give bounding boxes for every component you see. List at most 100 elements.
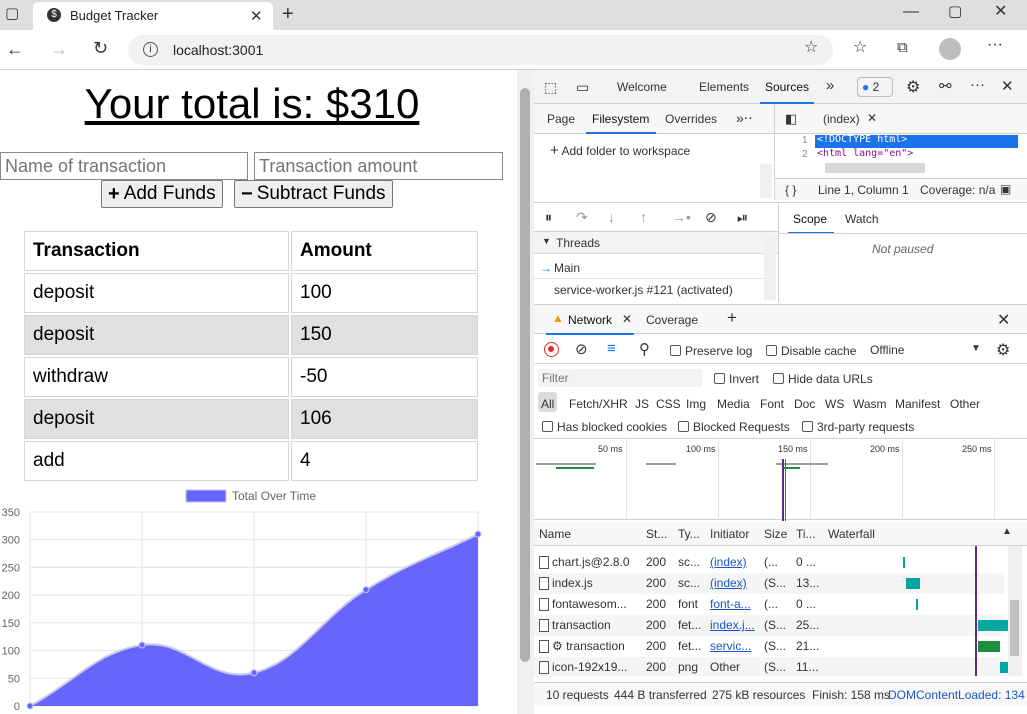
request-initiator[interactable]: font-a... [710, 597, 760, 611]
pause-exceptions-icon[interactable]: ⏯ [737, 209, 748, 226]
more-menu-icon[interactable]: ··· [987, 37, 1003, 53]
request-initiator[interactable]: (index) [710, 555, 760, 569]
column-waterfall[interactable]: Waterfall [828, 527, 875, 541]
close-drawer-icon[interactable]: ✕ [997, 310, 1010, 330]
request-initiator[interactable]: index.j... [710, 618, 760, 632]
more-tabs-icon[interactable]: » [826, 77, 834, 94]
request-row[interactable]: icon-192x19... 200 png Other (S... 11... [534, 657, 1008, 676]
column-name[interactable]: Name [539, 527, 571, 541]
invert-checkbox[interactable]: Invert [714, 372, 759, 386]
profile-avatar[interactable] [939, 38, 961, 60]
preserve-log-checkbox[interactable]: Preserve log [670, 344, 752, 358]
tab-filesystem[interactable]: Filesystem [592, 112, 649, 126]
tab-network[interactable]: Network [568, 313, 612, 327]
tab-actions-icon[interactable]: ▢ [5, 6, 19, 21]
step-into-icon[interactable]: ↓ [608, 209, 615, 225]
filter-doc[interactable]: Doc [794, 397, 815, 411]
customize-icon[interactable]: ⚯ [939, 77, 952, 95]
close-window-icon[interactable]: ✕ [994, 4, 1007, 20]
close-devtools-icon[interactable]: ✕ [1001, 77, 1014, 95]
threads-header[interactable]: ▼ Threads [534, 232, 778, 254]
request-row[interactable]: ⚙ transaction 200 fet... servic... (S... 21..… [534, 636, 1004, 657]
issues-badge[interactable]: ● 2 [857, 77, 893, 97]
filter-fetch-xhr[interactable]: Fetch/XHR [569, 397, 628, 411]
column-status[interactable]: St... [646, 527, 667, 541]
inspect-icon[interactable]: ⬚ [544, 79, 557, 96]
request-scroll-thumb[interactable] [1010, 600, 1019, 656]
favorites-icon[interactable]: ☆ [853, 40, 867, 56]
devtools-more-icon[interactable]: ··· [970, 76, 985, 93]
network-filter-input[interactable] [538, 369, 702, 387]
thread-main[interactable]: → Main [534, 257, 766, 279]
add-drawer-tab-icon[interactable]: + [727, 308, 737, 328]
code-editor[interactable]: 1 <!DOCTYPE html> 2 <html lang="en"> [774, 134, 1027, 178]
tab-elements[interactable]: Elements [699, 80, 749, 94]
add-favorite-icon[interactable]: ☆ [804, 40, 818, 56]
request-row[interactable]: chart.js@2.8.0 200 sc... (index) (... 0 ... [534, 552, 1004, 573]
filter-icon[interactable]: ≡ [607, 340, 616, 357]
deactivate-breakpoints-icon[interactable]: ⊘ [705, 209, 717, 226]
threads-scrollbar[interactable] [764, 236, 776, 300]
filter-manifest[interactable]: Manifest [895, 397, 940, 411]
device-toolbar-icon[interactable]: ▭ [576, 79, 589, 96]
back-icon[interactable]: ← [6, 40, 24, 58]
request-initiator[interactable]: Other [710, 660, 760, 674]
filter-css[interactable]: CSS [656, 397, 681, 411]
file-tab-index[interactable]: (index) [823, 112, 860, 126]
maximize-icon[interactable]: ▢ [948, 4, 962, 19]
request-list-scrollbar[interactable] [1008, 546, 1022, 676]
pretty-print-button[interactable]: { } [785, 183, 796, 197]
minimize-icon[interactable]: — [903, 4, 919, 20]
filter-js[interactable]: JS [635, 397, 649, 411]
request-initiator[interactable]: servic... [710, 639, 760, 653]
address-field[interactable]: i localhost:3001 ☆ [128, 35, 833, 65]
clear-icon[interactable]: ⊘ [575, 340, 588, 358]
step-out-icon[interactable]: ↑ [640, 209, 647, 225]
browser-tab[interactable]: $ Budget Tracker ✕ [33, 2, 273, 30]
filter-wasm[interactable]: Wasm [853, 397, 887, 411]
search-icon[interactable]: ⚲ [639, 340, 650, 358]
tab-sources[interactable]: Sources [765, 80, 809, 94]
record-icon[interactable] [544, 342, 559, 357]
disable-cache-checkbox[interactable]: Disable cache [766, 344, 856, 358]
request-row[interactable]: index.js 200 sc... (index) (S... 13... [534, 573, 1004, 594]
tab-coverage[interactable]: Coverage [646, 313, 698, 327]
page-scrollbar-thumb[interactable] [520, 88, 530, 662]
transaction-amount-input[interactable] [254, 152, 503, 180]
transaction-name-input[interactable] [0, 152, 248, 180]
new-tab-icon[interactable]: + [282, 4, 294, 24]
filter-img[interactable]: Img [686, 397, 706, 411]
thread-service-worker[interactable]: service-worker.js #121 (activated) [554, 283, 733, 297]
editor-hscroll-thumb[interactable] [825, 163, 925, 173]
close-file-tab-icon[interactable]: ✕ [867, 111, 877, 125]
settings-gear-icon[interactable]: ⚙ [906, 77, 920, 97]
filter-all[interactable]: All [541, 397, 554, 411]
site-info-icon[interactable]: i [143, 42, 158, 57]
column-initiator[interactable]: Initiator [710, 527, 749, 541]
network-overview[interactable]: 50 ms 100 ms 150 ms 200 ms 250 ms [534, 438, 1027, 521]
more-source-tabs-icon[interactable]: »⋅⋅ [736, 110, 753, 127]
hide-data-urls-checkbox[interactable]: Hide data URLs [773, 372, 873, 386]
close-tab-icon[interactable]: ✕ [250, 7, 263, 25]
tab-overrides[interactable]: Overrides [665, 112, 717, 126]
tab-scope[interactable]: Scope [793, 212, 827, 226]
add-funds-button[interactable]: + Add Funds [101, 180, 223, 208]
filter-font[interactable]: Font [760, 397, 784, 411]
forward-icon[interactable]: → [50, 40, 68, 58]
toggle-navigator-icon[interactable]: ◧ [785, 111, 797, 127]
request-row[interactable]: transaction 200 fet... index.j... (S... 25... [534, 615, 1009, 636]
request-initiator[interactable]: (index) [710, 576, 760, 590]
step-icon[interactable]: →• [672, 209, 691, 225]
tab-welcome[interactable]: Welcome [617, 80, 667, 94]
collections-icon[interactable]: ⧉ [897, 40, 908, 55]
has-blocked-cookies-checkbox[interactable]: Has blocked cookies [542, 420, 667, 434]
filter-media[interactable]: Media [717, 397, 750, 411]
column-size[interactable]: Size [764, 527, 787, 541]
refresh-icon[interactable]: ↻ [93, 39, 108, 57]
filter-other[interactable]: Other [950, 397, 980, 411]
column-time[interactable]: Ti... [796, 527, 816, 541]
column-type[interactable]: Ty... [678, 527, 700, 541]
filter-ws[interactable]: WS [825, 397, 844, 411]
request-row[interactable]: fontawesom... 200 font font-a... (... 0 ... [534, 594, 1004, 615]
pause-icon[interactable]: ⏸ [545, 209, 552, 226]
